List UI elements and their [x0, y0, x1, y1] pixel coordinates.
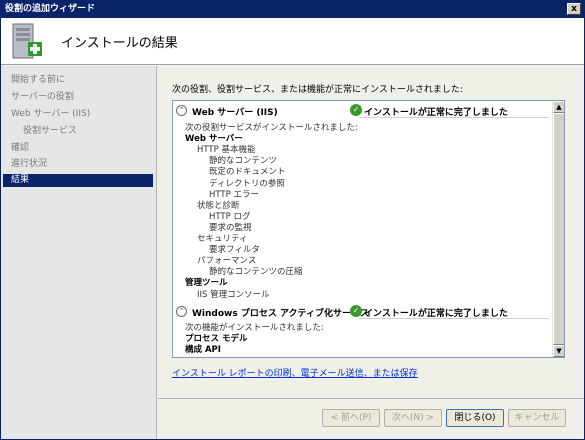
check-icon: ✓ [350, 104, 362, 116]
close-button[interactable]: x [567, 3, 581, 15]
section-title: Web サーバー (IIS) [192, 108, 278, 118]
section-header-was: ⌃ Windows プロセス アクティブ化サービス ✓ インストールが正常に完了… [176, 305, 552, 319]
collapse-icon[interactable]: ⌃ [176, 105, 187, 116]
sidebar-item-web-server[interactable]: Web サーバー (IIS) [1, 108, 156, 121]
main-content: 次の役割、役割サービス、または機能が正常にインストールされました: ⌃ Web … [158, 66, 584, 406]
results-list[interactable]: ⌃ Web サーバー (IIS) ✓ インストールが正常に完了しました ⌃ Wi… [172, 100, 565, 358]
sidebar-item-progress[interactable]: 進行状況 [1, 158, 156, 171]
scroll-thumb[interactable] [553, 113, 564, 345]
next-button[interactable]: 次へ(N) > [384, 409, 442, 427]
page-title: インストールの結果 [61, 36, 178, 51]
separator [359, 117, 549, 118]
result-line: 構成 API [185, 345, 221, 356]
back-button[interactable]: < 前へ(P) [322, 409, 380, 427]
sidebar-item-before-you-begin[interactable]: 開始する前に [1, 74, 156, 87]
section-header-web-server: ⌃ Web サーバー (IIS) ✓ インストールが正常に完了しました [176, 104, 552, 118]
server-add-icon [12, 23, 42, 59]
sidebar-item-role-services[interactable]: 役割サービス [1, 125, 156, 138]
result-line: IIS 管理コンソール [197, 289, 270, 300]
title-bar: 役割の追加ウィザード x [1, 1, 584, 18]
report-link[interactable]: インストール レポートの印刷、電子メール送信、または保存 [172, 366, 418, 379]
wizard-window: 役割の追加ウィザード x インストールの結果 開始する前に サーバーの役割 We… [0, 0, 585, 440]
wizard-header: インストールの結果 [1, 18, 584, 65]
collapse-icon[interactable]: ⌃ [176, 306, 187, 317]
check-icon: ✓ [350, 305, 362, 317]
sidebar-item-results[interactable]: 結果 [3, 174, 153, 187]
wizard-sidebar: 開始する前に サーバーの役割 Web サーバー (IIS) 役割サービス 確認 … [1, 66, 157, 439]
scroll-up-icon[interactable]: ▲ [553, 101, 564, 113]
results-content: ⌃ Web サーバー (IIS) ✓ インストールが正常に完了しました ⌃ Wi… [173, 101, 553, 357]
section-title: Windows プロセス アクティブ化サービス [192, 309, 369, 319]
vertical-scrollbar[interactable]: ▲ ▼ [552, 101, 564, 357]
cancel-button[interactable]: キャンセル [508, 409, 566, 427]
window-title: 役割の追加ウィザード [5, 4, 96, 14]
close-wizard-button[interactable]: 閉じる(O) [446, 409, 504, 427]
wizard-footer: < 前へ(P) 次へ(N) > 閉じる(O) キャンセル [158, 398, 584, 439]
intro-text: 次の役割、役割サービス、または機能が正常にインストールされました: [172, 85, 463, 95]
separator [359, 318, 549, 319]
scroll-down-icon[interactable]: ▼ [553, 345, 564, 357]
sidebar-item-confirmation[interactable]: 確認 [1, 142, 156, 155]
sidebar-item-server-roles[interactable]: サーバーの役割 [1, 91, 156, 104]
